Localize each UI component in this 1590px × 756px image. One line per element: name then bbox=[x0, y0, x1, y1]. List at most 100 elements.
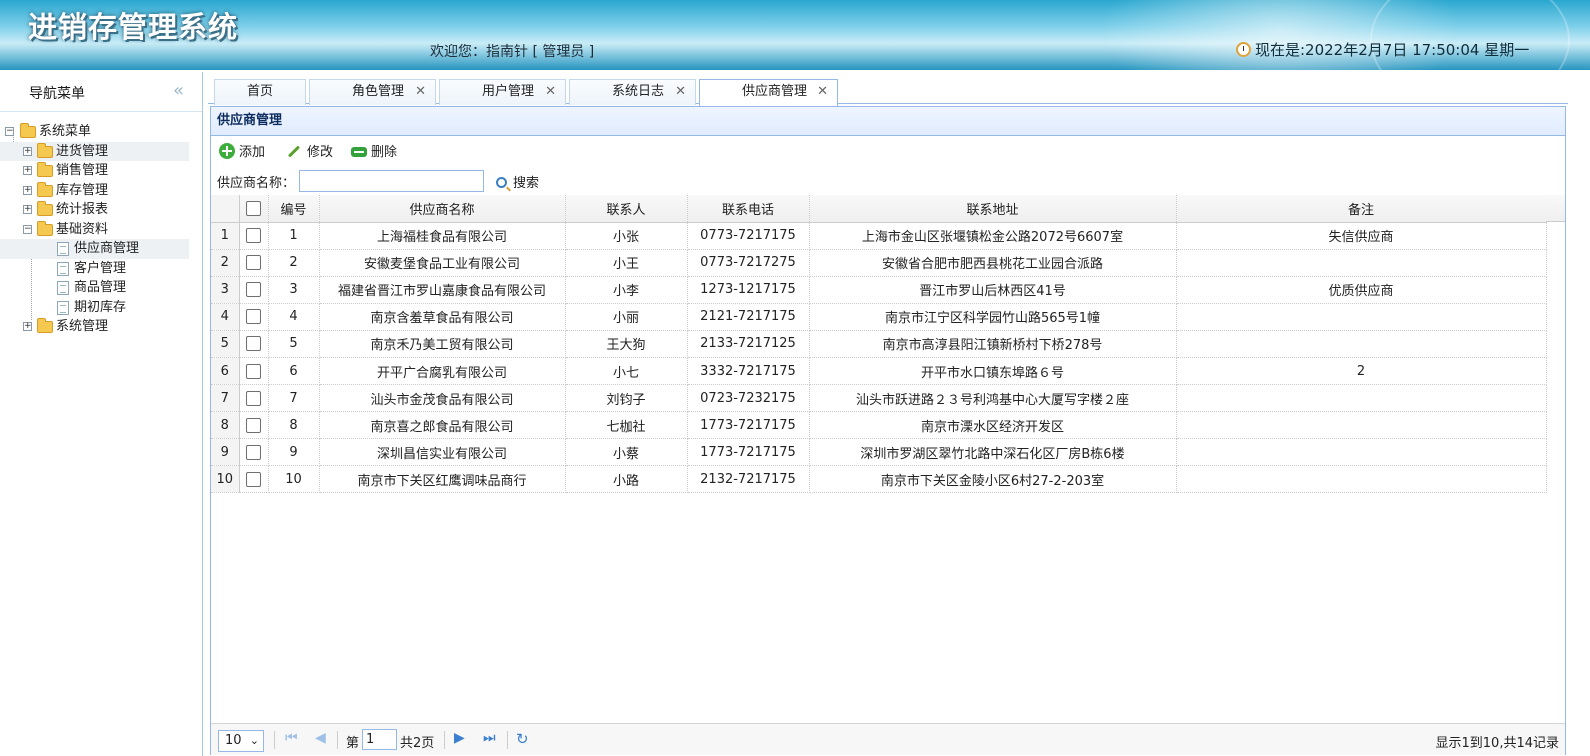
tree-node-system-menu[interactable]: − 系统菜单 bbox=[0, 122, 203, 142]
cell-address: 南京市江宁区科学园竹山路565号1幢 bbox=[809, 303, 1177, 331]
cell-phone: 0723-7232175 bbox=[687, 384, 810, 413]
search-button[interactable]: 搜索 bbox=[496, 172, 539, 191]
collapse-toggle-icon[interactable]: − bbox=[23, 224, 32, 234]
edit-button[interactable]: 修改 bbox=[287, 143, 333, 163]
folder-icon bbox=[37, 181, 53, 197]
tree-node-opening-stock[interactable]: 期初库存 bbox=[0, 298, 203, 318]
tree-node-label: 基础资料 bbox=[56, 221, 109, 237]
table-row[interactable]: 5 5 南京禾乃美工贸有限公司 王大狗 2133-7217125 南京市高淳县阳江镇新桥村… bbox=[211, 330, 1547, 358]
expand-toggle-icon[interactable]: + bbox=[23, 205, 32, 214]
tab-supplier-management[interactable]: 供应商管理 ✕ bbox=[699, 79, 838, 106]
sidebar-header: 导航菜单 « bbox=[0, 72, 202, 112]
tree-node-inventory[interactable]: + 库存管理 bbox=[0, 181, 203, 201]
file-icon bbox=[57, 242, 69, 256]
row-select-cell bbox=[239, 411, 269, 440]
cell-remark bbox=[1176, 249, 1547, 277]
tree-node-reports[interactable]: + 统计报表 bbox=[0, 200, 203, 220]
tree-node-product-management[interactable]: 商品管理 bbox=[0, 278, 203, 298]
table-row[interactable]: 4 4 南京含羞草食品有限公司 小丽 2121-7217175 南京市江宁区科学园竹山路5… bbox=[211, 303, 1547, 331]
tree-node-system-management[interactable]: + 系统管理 bbox=[0, 317, 203, 337]
folder-open-icon bbox=[20, 123, 36, 138]
cell-phone: 2132-7217175 bbox=[687, 465, 810, 494]
row-number: 6 bbox=[211, 357, 240, 386]
table-row[interactable]: 7 7 汕头市金茂食品有限公司 刘钧子 0723-7232175 汕头市跃进路２３号利鸿基… bbox=[211, 384, 1547, 413]
column-header-contact[interactable]: 联系人 bbox=[565, 195, 688, 223]
supplier-name-input[interactable] bbox=[299, 170, 484, 192]
row-checkbox[interactable] bbox=[246, 228, 261, 244]
tree-node-basic-data[interactable]: − 基础资料 bbox=[0, 220, 203, 240]
row-checkbox[interactable] bbox=[246, 444, 261, 460]
cell-name: 安徽麦堡食品工业有限公司 bbox=[319, 249, 566, 277]
close-tab-icon[interactable]: ✕ bbox=[415, 80, 426, 104]
file-icon bbox=[57, 300, 69, 315]
expand-toggle-icon[interactable]: + bbox=[23, 146, 32, 156]
cell-remark: 优质供应商 bbox=[1176, 276, 1547, 304]
column-header-name[interactable]: 供应商名称 bbox=[319, 195, 566, 223]
table-row[interactable]: 3 3 福建省晋江市罗山嘉康食品有限公司 小李 1273-1217175 晋江市罗山后林西… bbox=[211, 276, 1547, 304]
delete-button[interactable]: 删除 bbox=[351, 143, 397, 163]
tab-label: 用户管理 bbox=[482, 84, 535, 99]
tab-role-management[interactable]: 角色管理 ✕ bbox=[309, 79, 436, 105]
row-checkbox[interactable] bbox=[246, 363, 261, 379]
expand-toggle-icon[interactable]: + bbox=[23, 185, 32, 195]
table-row[interactable]: 6 6 开平广合腐乳有限公司 小七 3332-7217175 开平市水口镇东埠路６号 2 bbox=[211, 357, 1547, 386]
folder-open-icon bbox=[37, 220, 53, 236]
row-checkbox[interactable] bbox=[246, 471, 261, 487]
table-row[interactable]: 1 1 上海福桂食品有限公司 小张 0773-7217175 上海市金山区张堰镇松金公路2… bbox=[211, 222, 1547, 250]
table-row[interactable]: 2 2 安徽麦堡食品工业有限公司 小王 0773-7217275 安徽省合肥市肥西县桃花工… bbox=[211, 249, 1547, 277]
collapse-sidebar-icon[interactable]: « bbox=[173, 80, 184, 101]
row-checkbox[interactable] bbox=[246, 417, 261, 433]
row-checkbox[interactable] bbox=[246, 336, 261, 352]
page-total: 共2页 bbox=[400, 736, 435, 751]
cell-name: 开平广合腐乳有限公司 bbox=[319, 357, 566, 386]
tree-node-supplier-management[interactable]: 供应商管理 bbox=[0, 239, 189, 259]
cell-id: 8 bbox=[268, 411, 320, 440]
table-row[interactable]: 9 9 深圳昌信实业有限公司 小蔡 1773-7217175 深圳市罗湖区翠竹北路中深石化… bbox=[211, 438, 1547, 467]
page-prefix: 第 bbox=[346, 736, 360, 751]
column-header-address[interactable]: 联系地址 bbox=[809, 195, 1177, 223]
cell-name: 南京喜之郎食品有限公司 bbox=[319, 411, 566, 440]
row-checkbox[interactable] bbox=[246, 282, 261, 298]
close-tab-icon[interactable]: ✕ bbox=[675, 80, 686, 104]
previous-page-icon[interactable]: ◀ bbox=[315, 730, 326, 746]
cell-id: 7 bbox=[268, 384, 320, 413]
close-tab-icon[interactable]: ✕ bbox=[817, 80, 828, 104]
row-checkbox[interactable] bbox=[246, 309, 261, 325]
tab-user-management[interactable]: 用户管理 ✕ bbox=[439, 79, 566, 105]
tab-home[interactable]: 首页 bbox=[214, 79, 306, 105]
column-header-phone[interactable]: 联系电话 bbox=[687, 195, 810, 223]
tree-node-purchase[interactable]: + 进货管理 bbox=[0, 141, 189, 161]
cell-contact: 小七 bbox=[565, 357, 688, 386]
tab-label: 角色管理 bbox=[352, 84, 405, 99]
column-header-id[interactable]: 编号 bbox=[268, 195, 320, 223]
row-checkbox[interactable] bbox=[246, 390, 261, 406]
last-page-icon[interactable]: ⏭ bbox=[483, 730, 496, 746]
select-all-checkbox[interactable] bbox=[246, 200, 261, 216]
delete-label: 删除 bbox=[371, 145, 398, 160]
expand-toggle-icon[interactable]: + bbox=[23, 166, 32, 175]
add-button[interactable]: 添加 bbox=[219, 143, 265, 163]
page-number-input[interactable]: 1 bbox=[362, 729, 397, 750]
tree-node-sales[interactable]: + 销售管理 bbox=[0, 161, 203, 181]
collapse-toggle-icon[interactable]: − bbox=[5, 127, 14, 136]
edit-pencil-icon bbox=[287, 145, 301, 158]
table-row[interactable]: 8 8 南京喜之郎食品有限公司 七枷社 1773-7217175 南京市溧水区经济开发区 bbox=[211, 411, 1547, 440]
grid-header-filler bbox=[1546, 195, 1565, 222]
row-checkbox[interactable] bbox=[246, 255, 261, 271]
next-page-icon[interactable]: ▶ bbox=[454, 730, 465, 746]
cell-contact: 七枷社 bbox=[565, 411, 688, 440]
expand-toggle-icon[interactable]: + bbox=[23, 322, 32, 331]
column-header-remark[interactable]: 备注 bbox=[1176, 195, 1547, 223]
clock-text: 现在是:2022年2月7日 17:50:04 星期一 bbox=[1255, 41, 1530, 59]
tab-system-log[interactable]: 系统日志 ✕ bbox=[569, 79, 696, 105]
first-page-icon[interactable]: ⏮ bbox=[285, 730, 298, 746]
cell-phone: 1773-7217175 bbox=[687, 438, 810, 467]
cell-id: 9 bbox=[268, 438, 320, 467]
welcome-text: 欢迎您：指南针 [ 管理员 ] bbox=[430, 44, 595, 60]
table-row[interactable]: 10 10 南京市下关区红鹰调味品商行 小路 2132-7217175 南京市下关区金陵小… bbox=[211, 465, 1547, 494]
cell-phone: 2121-7217175 bbox=[687, 303, 810, 331]
page-size-select[interactable]: 10 ⌄ bbox=[218, 730, 264, 752]
close-tab-icon[interactable]: ✕ bbox=[545, 80, 556, 104]
refresh-icon[interactable]: ↻ bbox=[516, 730, 529, 748]
tree-node-customer-management[interactable]: 客户管理 bbox=[0, 259, 203, 279]
